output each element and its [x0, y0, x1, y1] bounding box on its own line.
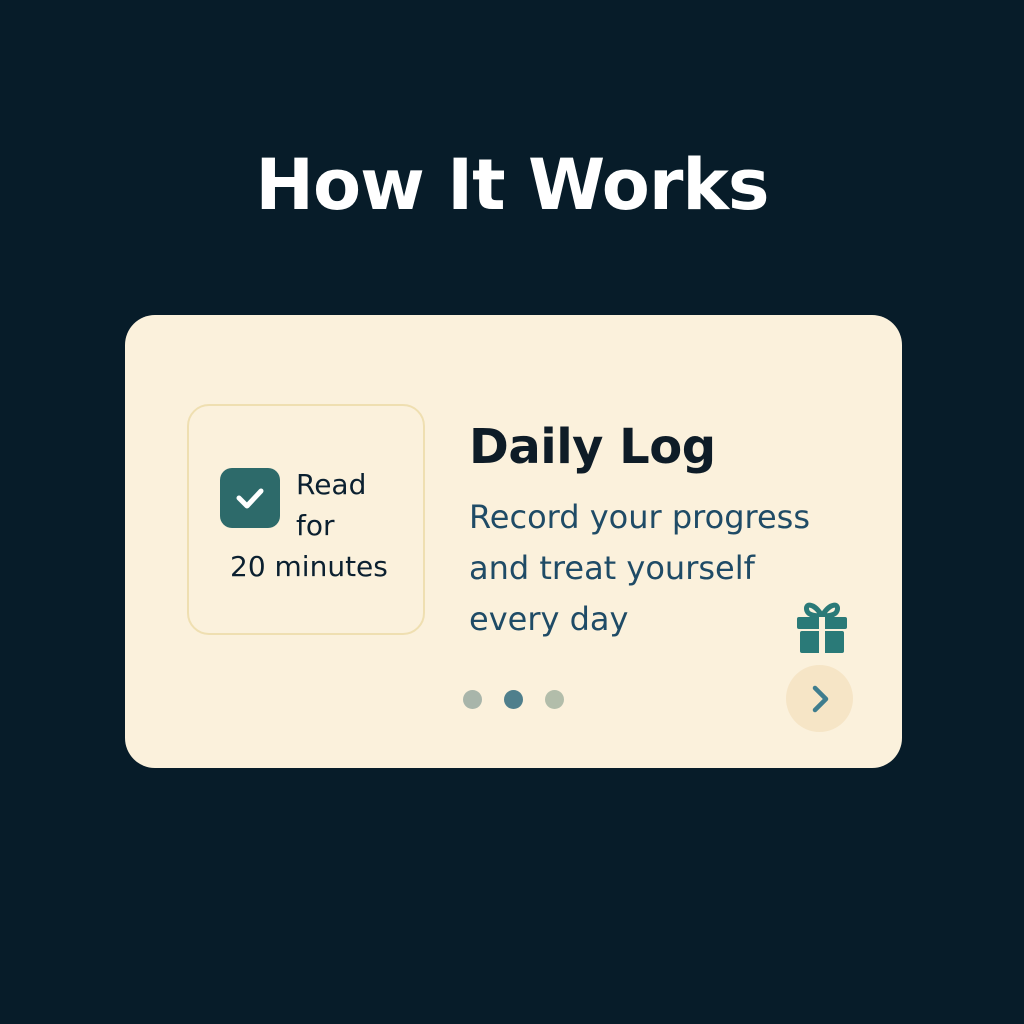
pagination-dots	[463, 690, 564, 710]
page-dot[interactable]	[463, 690, 482, 709]
check-icon	[236, 488, 264, 509]
task-label-line: 20 minutes	[230, 550, 388, 583]
card-description-line: and treat yourself	[469, 549, 755, 587]
task-label-line: for	[296, 509, 335, 542]
page-dot[interactable]	[545, 690, 564, 709]
card-description-line: Record your progress	[469, 498, 810, 536]
chevron-right-icon	[812, 685, 828, 712]
card-heading: Daily Log	[469, 419, 716, 475]
task-checkbox[interactable]	[220, 468, 280, 528]
next-button[interactable]	[786, 665, 853, 732]
task-label-line: Read	[296, 468, 367, 501]
task-preview: Read for 20 minutes	[187, 404, 425, 635]
page-title: How It Works	[255, 144, 769, 226]
onboarding-card: Read for 20 minutes Daily Log Record you…	[125, 315, 902, 768]
page-dot-active[interactable]	[504, 690, 523, 709]
gift-icon	[797, 602, 847, 653]
